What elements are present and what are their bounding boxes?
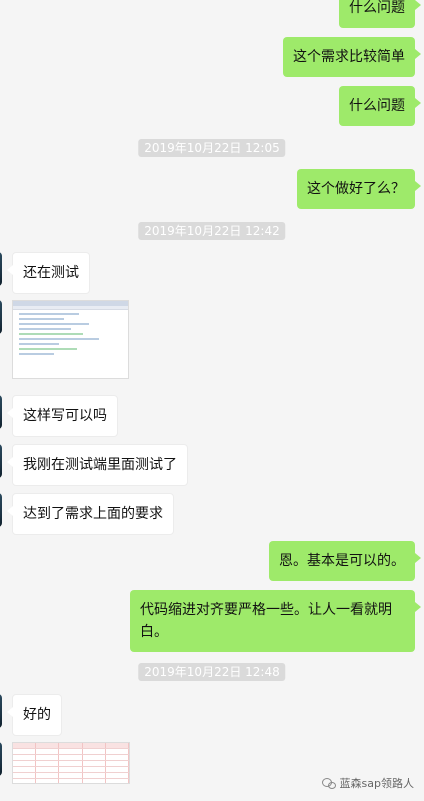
- message-text: 还在测试: [23, 265, 79, 281]
- message-text: 这个做好了么？: [307, 181, 405, 197]
- watermark-text: 蓝森sap领路人: [339, 777, 414, 790]
- message-bubble-incoming[interactable]: 达到了需求上面的要求: [7, 493, 174, 535]
- contact-avatar[interactable]: [0, 444, 2, 478]
- message-bubble-incoming[interactable]: 这样写可以吗: [7, 395, 118, 437]
- message-text: 这个需求比较简单: [293, 49, 405, 65]
- watermark: 蓝森sap领路人: [321, 775, 414, 791]
- message-bubble-incoming[interactable]: 还在测试: [7, 252, 90, 294]
- message-bubble-outgoing[interactable]: 代码缩进对齐要严格一些。让人一看就明白。: [130, 590, 421, 652]
- contact-avatar[interactable]: [0, 493, 2, 527]
- chat-window: 什么问题 这个需求比较简单 什么问题 2019年10月22日 12:05 这个做…: [0, 0, 424, 801]
- message-text: 什么问题: [349, 0, 405, 16]
- message-bubble-outgoing[interactable]: 恩。基本是可以的。: [269, 541, 421, 581]
- image-message-code-screenshot[interactable]: [12, 300, 129, 379]
- message-bubble-outgoing[interactable]: 这个需求比较简单: [283, 37, 421, 77]
- message-text: 这样写可以吗: [23, 408, 107, 424]
- message-bubble-outgoing[interactable]: 什么问题: [339, 0, 421, 28]
- contact-avatar[interactable]: [0, 300, 2, 334]
- message-text: 什么问题: [349, 98, 405, 114]
- message-bubble-outgoing[interactable]: 什么问题: [339, 86, 421, 126]
- message-text: 代码缩进对齐要严格一些。让人一看就明白。: [140, 602, 392, 640]
- wechat-icon: [321, 777, 336, 789]
- message-bubble-incoming[interactable]: 我刚在测试端里面测试了: [7, 444, 188, 486]
- contact-avatar[interactable]: [0, 395, 2, 429]
- message-text: 恩。基本是可以的。: [279, 553, 405, 569]
- message-bubble-incoming[interactable]: 好的: [7, 694, 62, 736]
- contact-avatar[interactable]: [0, 694, 2, 728]
- message-text: 达到了需求上面的要求: [23, 506, 163, 522]
- timestamp: 2019年10月22日 12:42: [138, 222, 286, 240]
- timestamp: 2019年10月22日 12:05: [138, 139, 286, 157]
- timestamp: 2019年10月22日 12:48: [138, 663, 286, 681]
- contact-avatar[interactable]: [0, 252, 2, 286]
- message-text: 我刚在测试端里面测试了: [23, 457, 177, 473]
- contact-avatar[interactable]: [0, 742, 2, 776]
- message-text: 好的: [23, 707, 51, 723]
- image-message-table-screenshot[interactable]: [12, 742, 130, 784]
- message-bubble-outgoing[interactable]: 这个做好了么？: [297, 169, 421, 209]
